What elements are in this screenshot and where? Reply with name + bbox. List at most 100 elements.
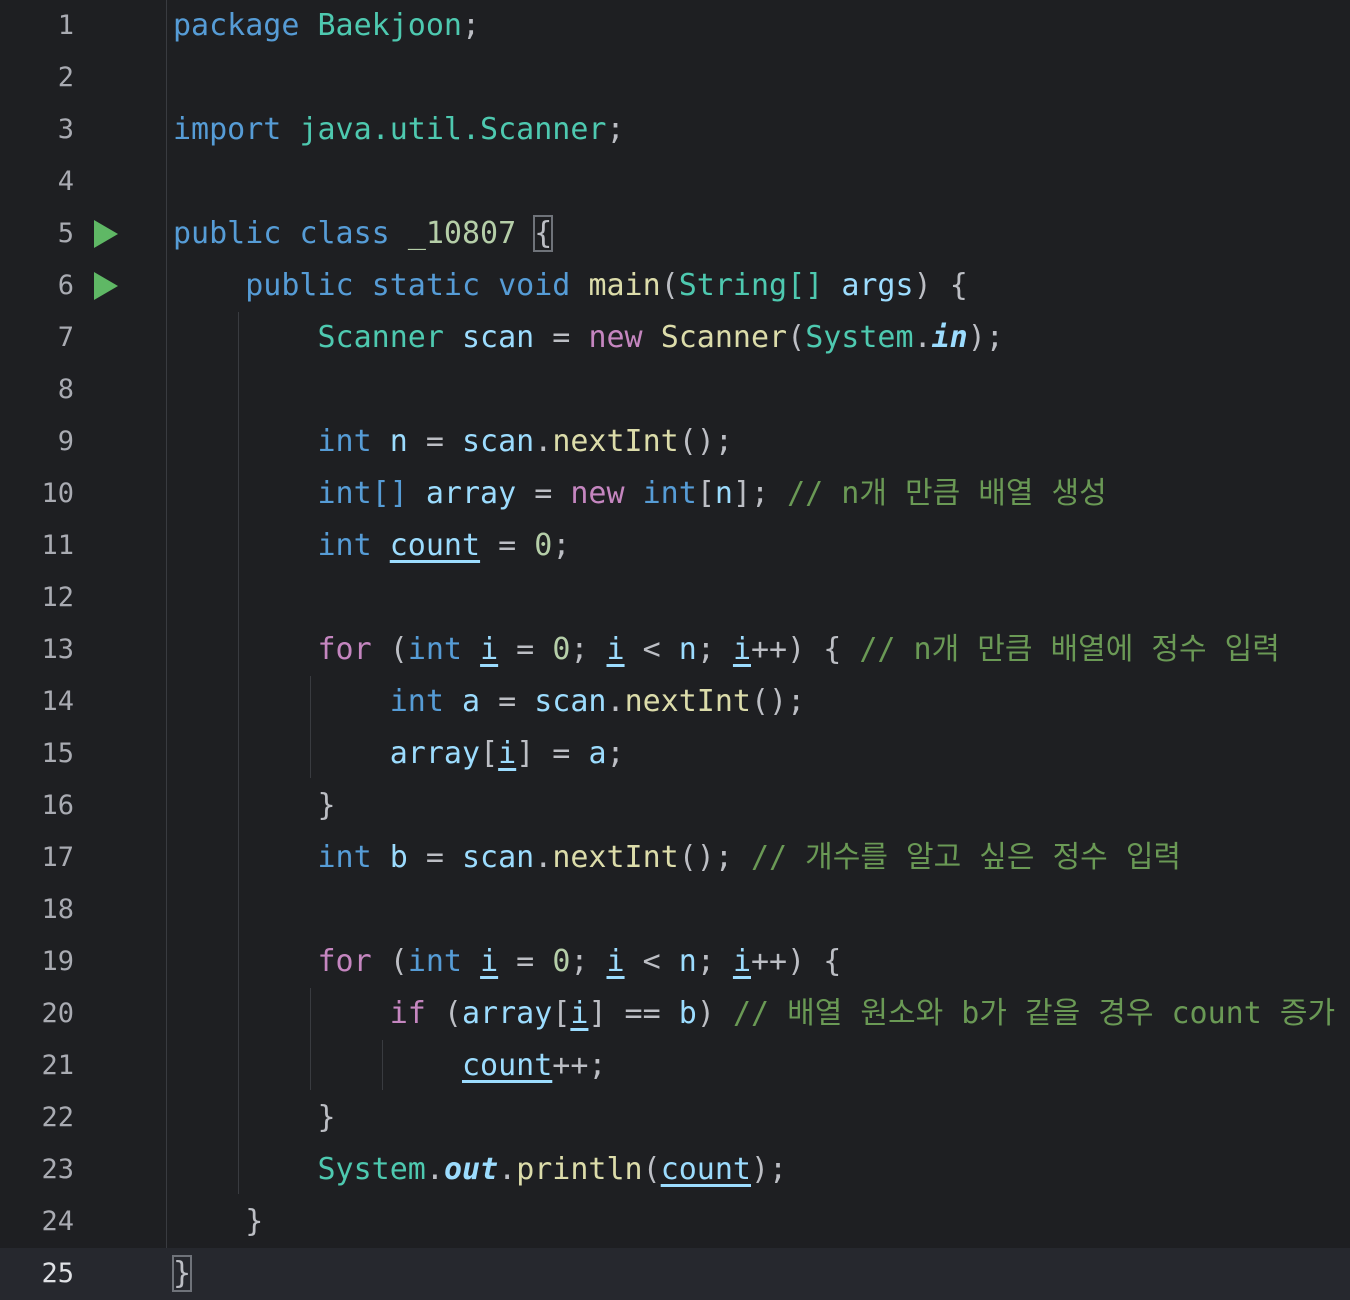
keyword: package (173, 8, 300, 43)
code-line[interactable]: 6 public static void main(String[] args)… (0, 260, 1350, 312)
line-number: 7 (57, 322, 74, 353)
comment: // 개수를 알고 싶은 정수 입력 (751, 840, 1182, 875)
line-number: 9 (57, 426, 74, 457)
reassigned-variable: i (570, 996, 589, 1031)
brace: } (317, 788, 336, 823)
reassigned-variable: i (606, 632, 625, 667)
run-main-icon[interactable] (94, 272, 118, 300)
variable: n (714, 476, 733, 511)
code-line[interactable]: 4 (0, 156, 1350, 208)
keyword: int (317, 840, 372, 875)
code-line[interactable]: 20 if (array[i] == b) // 배열 원소와 b가 같을 경우… (0, 988, 1350, 1040)
keyword: import (173, 112, 282, 147)
number-literal: 0 (552, 944, 571, 979)
line-number: 3 (57, 114, 74, 145)
code-text[interactable]: } (173, 780, 336, 832)
code-text[interactable]: for (int i = 0; i < n; i++) { // n개 만큼 배… (173, 624, 1280, 676)
code-line[interactable]: 22 } (0, 1092, 1350, 1144)
line-number: 19 (41, 946, 74, 977)
matched-brace: } (171, 1255, 193, 1292)
code-text[interactable]: int b = scan.nextInt(); // 개수를 알고 싶은 정수 … (173, 832, 1182, 884)
punctuation: ; (462, 8, 481, 43)
code-editor[interactable]: 1 package Baekjoon; 2 3 import java.util… (0, 0, 1350, 1300)
comment: // n개 만큼 배열 생성 (787, 476, 1107, 511)
variable: array (425, 476, 517, 511)
code-line[interactable]: 5 public class _10807 { (0, 208, 1350, 260)
code-text[interactable]: Scanner scan = new Scanner(System.in); (173, 312, 1004, 364)
code-line[interactable]: 18 (0, 884, 1350, 936)
line-number: 23 (41, 1154, 74, 1185)
code-line[interactable]: 17 int b = scan.nextInt(); // 개수를 알고 싶은 … (0, 832, 1350, 884)
reassigned-variable: count (389, 528, 481, 563)
code-line[interactable]: 1 package Baekjoon; (0, 0, 1350, 52)
reassigned-variable: i (498, 736, 517, 771)
code-line[interactable]: 19 for (int i = 0; i < n; i++) { (0, 936, 1350, 988)
line-number: 2 (57, 62, 74, 93)
code-text[interactable]: int a = scan.nextInt(); (173, 676, 805, 728)
code-line[interactable]: 7 Scanner scan = new Scanner(System.in); (0, 312, 1350, 364)
line-number: 15 (41, 738, 74, 769)
code-line[interactable]: 10 int[] array = new int[n]; // n개 만큼 배열… (0, 468, 1350, 520)
variable: n (678, 632, 697, 667)
code-text[interactable]: if (array[i] == b) // 배열 원소와 b가 같을 경우 co… (173, 988, 1335, 1040)
code-text[interactable]: public class _10807 { (173, 208, 554, 260)
brace: } (317, 1100, 336, 1135)
keyword: int (407, 632, 462, 667)
comment: // 배열 원소와 b가 같을 경우 count 증가 (732, 996, 1336, 1031)
line-number: 20 (41, 998, 74, 1029)
run-class-icon[interactable] (94, 220, 118, 248)
code-text[interactable]: } (171, 1248, 193, 1300)
code-text[interactable]: array[i] = a; (173, 728, 625, 780)
code-text[interactable]: System.out.println(count); (173, 1144, 788, 1196)
code-line[interactable]: 2 (0, 52, 1350, 104)
code-line[interactable]: 15 array[i] = a; (0, 728, 1350, 780)
code-line[interactable]: 8 (0, 364, 1350, 416)
code-text[interactable]: } (173, 1092, 336, 1144)
identifier: Baekjoon (317, 8, 463, 43)
code-text[interactable]: int count = 0; (173, 520, 571, 572)
current-code-line[interactable]: 25 } (0, 1248, 1350, 1300)
code-text[interactable]: for (int i = 0; i < n; i++) { (173, 936, 842, 988)
code-line[interactable]: 24 } (0, 1196, 1350, 1248)
keyword: int (642, 476, 697, 511)
line-number: 11 (41, 530, 74, 561)
line-number: 6 (57, 270, 74, 301)
code-text[interactable]: count++; (173, 1040, 607, 1092)
code-text[interactable]: import java.util.Scanner; (173, 104, 625, 156)
keyword: new (588, 320, 643, 355)
code-line[interactable]: 11 int count = 0; (0, 520, 1350, 572)
keyword: int (317, 528, 372, 563)
code-text[interactable]: int n = scan.nextInt(); (173, 416, 733, 468)
keyword: static (371, 268, 481, 303)
reassigned-variable: count (461, 1048, 553, 1083)
code-line[interactable]: 9 int n = scan.nextInt(); (0, 416, 1350, 468)
code-line[interactable]: 3 import java.util.Scanner; (0, 104, 1350, 156)
type: System (805, 320, 914, 355)
number-literal: 0 (534, 528, 553, 563)
code-text[interactable]: int[] array = new int[n]; // n개 만큼 배열 생성 (173, 468, 1107, 520)
static-field: in (931, 320, 968, 355)
line-number: 10 (41, 478, 74, 509)
static-field: out (443, 1152, 499, 1187)
code-line[interactable]: 14 int a = scan.nextInt(); (0, 676, 1350, 728)
matched-brace: { (533, 215, 554, 252)
identifier: java.util.Scanner (299, 112, 607, 147)
code-line[interactable]: 12 (0, 572, 1350, 624)
code-text[interactable]: public static void main(String[] args) { (173, 260, 968, 312)
code-line[interactable]: 21 count++; (0, 1040, 1350, 1092)
reassigned-variable: i (732, 632, 751, 667)
code-line[interactable]: 16 } (0, 780, 1350, 832)
reassigned-variable: i (732, 944, 751, 979)
brace: { (949, 268, 968, 303)
variable: a (462, 684, 481, 719)
constructor: Scanner (660, 320, 788, 355)
variable: n (389, 424, 408, 459)
code-line[interactable]: 13 for (int i = 0; i < n; i++) { // n개 만… (0, 624, 1350, 676)
code-line[interactable]: 23 System.out.println(count); (0, 1144, 1350, 1196)
code-text[interactable]: } (173, 1196, 263, 1248)
code-text[interactable]: package Baekjoon; (173, 0, 480, 52)
line-number: 21 (41, 1050, 74, 1081)
variable: array (389, 736, 481, 771)
reassigned-variable: count (660, 1152, 751, 1187)
comment: // n개 만큼 배열에 정수 입력 (859, 632, 1280, 667)
